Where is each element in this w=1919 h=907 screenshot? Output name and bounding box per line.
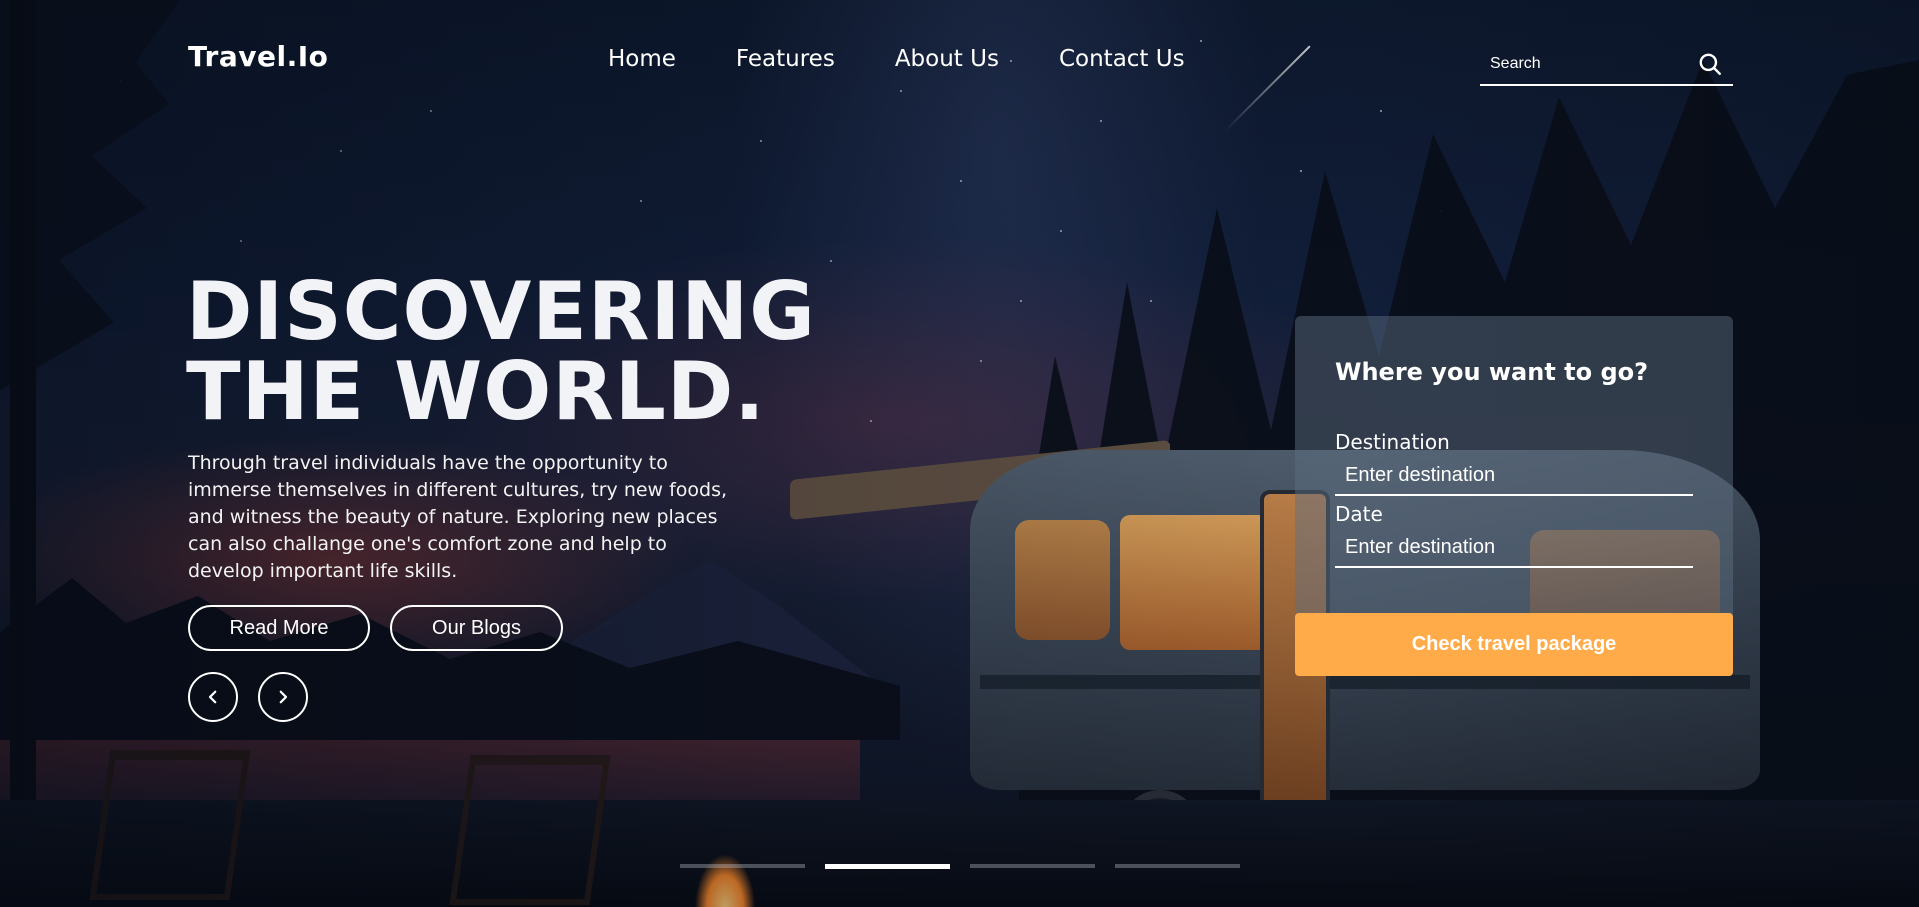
hero-title-line-1: DISCOVERING [186,265,816,358]
hero-description: Through travel individuals have the oppo… [188,452,728,582]
hero-title: DISCOVERING THE WORLD. [186,265,816,438]
booking-title: Where you want to go? [1335,358,1649,386]
nav-item-contact-us[interactable]: Contact Us [1059,46,1185,72]
date-label: Date [1335,502,1383,526]
destination-input[interactable] [1335,456,1693,496]
logo[interactable]: Travel.Io [188,40,328,73]
nav-item-features[interactable]: Features [736,46,835,72]
search-icon[interactable] [1697,51,1723,77]
nav-item-about-us[interactable]: About Us [895,46,999,72]
read-more-button[interactable]: Read More [188,605,370,651]
booking-card: Where you want to go? Destination Date C… [1295,316,1733,676]
slider-indicator [680,864,1240,869]
search-input[interactable] [1480,55,1697,73]
slider-dot-2[interactable] [825,864,950,869]
check-travel-package-button[interactable]: Check travel package [1295,613,1733,676]
nav-item-home[interactable]: Home [608,46,676,72]
main-nav: Home Features About Us Contact Us [608,46,1245,72]
chevron-right-icon [279,690,288,704]
carousel-next-button[interactable] [258,672,308,722]
chevron-left-icon [208,690,217,704]
slider-dot-1[interactable] [680,864,805,868]
our-blogs-button[interactable]: Our Blogs [390,605,563,651]
date-input[interactable] [1335,528,1693,568]
slider-dot-3[interactable] [970,864,1095,868]
destination-label: Destination [1335,430,1450,454]
slider-dot-4[interactable] [1115,864,1240,868]
search-bar [1480,44,1733,86]
carousel-prev-button[interactable] [188,672,238,722]
hero-title-line-2: THE WORLD. [186,345,766,438]
